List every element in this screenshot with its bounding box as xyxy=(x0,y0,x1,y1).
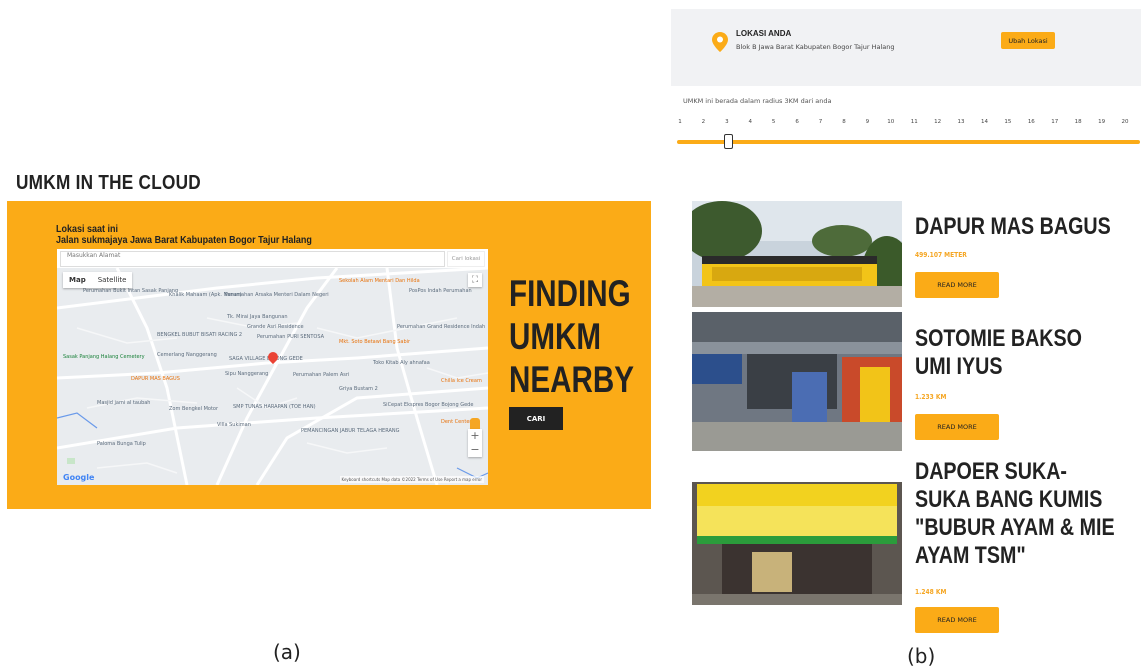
map-label: Zom Bengkel Motor xyxy=(169,406,219,412)
radius-scale-tick: 18 xyxy=(1074,119,1082,125)
map-label: Perumahan Bukit Intan Sasak Panjang xyxy=(83,288,179,294)
zoom-out-icon[interactable]: − xyxy=(468,443,482,457)
umkm-photo[interactable] xyxy=(692,482,902,605)
umkm-name[interactable]: DAPUR MAS BAGUS xyxy=(915,213,1111,241)
map-label: Paloma Bunga Tulip xyxy=(97,441,146,447)
search-button[interactable]: CARI xyxy=(509,407,563,430)
change-location-button[interactable]: Ubah Lokasi xyxy=(1001,32,1055,49)
current-location-value: Jalan sukmajaya Jawa Barat Kabupaten Bog… xyxy=(56,235,312,246)
location-title: LOKASI ANDA xyxy=(736,29,792,38)
radius-scale-tick: 9 xyxy=(865,119,870,125)
radius-slider-thumb[interactable] xyxy=(724,134,733,149)
radius-scale-tick: 16 xyxy=(1027,119,1035,125)
map-type-satellite[interactable]: Satellite xyxy=(92,272,133,288)
map-footer: Keyboard shortcuts Map data ©2022 Terms … xyxy=(339,476,484,483)
radius-slider-track[interactable] xyxy=(677,140,1140,144)
map-label: Tk. Mirai Jaya Bangunan xyxy=(227,314,288,320)
radius-scale-tick: 12 xyxy=(934,119,942,125)
fullscreen-icon[interactable]: ⛶ xyxy=(468,273,482,287)
map-label: Grande Asri Residence xyxy=(247,324,304,330)
map-type-map[interactable]: Map xyxy=(63,272,92,288)
panel-a: UMKM IN THE CLOUD Lokasi saat ini Jalan … xyxy=(0,0,660,669)
map-label: Masjid jami al taubah xyxy=(97,400,151,406)
location-pin-icon xyxy=(712,32,728,52)
read-more-button[interactable]: READ MORE xyxy=(915,607,999,633)
current-location-label: Lokasi saat ini xyxy=(56,224,119,235)
map-canvas[interactable]: Perumahan Bukit Intan Sasak Panjang Khal… xyxy=(57,268,488,485)
map-label: Sasak Panjang Halang Cemetery xyxy=(63,354,145,360)
radius-scale-tick: 10 xyxy=(887,119,895,125)
map-label: PosPos Indah Perumahan xyxy=(409,288,472,294)
google-logo: Google xyxy=(63,473,95,482)
search-location-button[interactable]: Cari lokasi xyxy=(447,251,485,267)
map-type-toggle: Map Satellite xyxy=(63,272,133,288)
map-label: DAPUR MAS BAGUS xyxy=(131,376,180,382)
umkm-distance: 1.248 KM xyxy=(915,588,947,596)
radius-scale-tick: 11 xyxy=(910,119,918,125)
map-label: BENGKEL BUBUT BISATI RACING 2 xyxy=(157,332,243,338)
map-label: Toko Kitab Aly ahnafaa xyxy=(373,360,430,366)
map-label: Dent Center xyxy=(441,419,472,425)
map-label: PEMANCINGAN JABUR TELAGA HERANG xyxy=(301,428,400,434)
map-roads xyxy=(57,268,488,485)
map-widget: Masukkan Alamat Cari lokasi Perumahan Bu… xyxy=(57,249,488,485)
map-label: SMP TUNAS HARAPAN (TOE HAN) xyxy=(233,404,316,410)
zoom-control: + − xyxy=(468,429,482,457)
map-label: Perumahan Palem Asri xyxy=(293,372,350,378)
umkm-photo[interactable] xyxy=(692,312,902,451)
radius-scale-tick: 3 xyxy=(725,119,729,125)
umkm-name[interactable]: DAPOER SUKA- SUKA BANG KUMIS "BUBUR AYAM… xyxy=(915,458,1115,570)
radius-scale-tick: 6 xyxy=(795,119,799,125)
umkm-distance: 1.233 KM xyxy=(915,393,947,401)
map-label: Sipu Nanggerang xyxy=(225,371,269,377)
address-input[interactable]: Masukkan Alamat xyxy=(60,251,445,267)
map-label: Perumahan PURI SENTOSA xyxy=(257,334,325,340)
map-label: SAGA VILLAGE BUJONG GEDE xyxy=(229,356,303,362)
read-more-button[interactable]: READ MORE xyxy=(915,414,999,440)
umkm-photo[interactable] xyxy=(692,201,902,307)
radius-scale-tick: 15 xyxy=(1004,119,1012,125)
umkm-distance: 499.107 METER xyxy=(915,251,967,259)
read-more-button[interactable]: READ MORE xyxy=(915,272,999,298)
radius-scale-tick: 14 xyxy=(980,119,988,125)
radius-scale-tick: 8 xyxy=(842,119,846,125)
radius-scale-tick: 17 xyxy=(1051,119,1059,125)
map-label: Chilla Ice Cream xyxy=(441,378,482,384)
radius-scale-tick: 5 xyxy=(771,119,776,125)
map-label: Cemerlang Nanggerang xyxy=(157,352,217,358)
map-label: Perumahan Arsaka Menteri Dalam Negeri xyxy=(225,292,329,298)
map-label: Villa Sukiman xyxy=(217,422,251,428)
zoom-in-icon[interactable]: + xyxy=(468,429,482,443)
radius-scale-tick: 19 xyxy=(1098,119,1106,125)
radius-scale-tick: 2 xyxy=(701,119,706,125)
radius-scale: 1 2 3 4 5 6 7 8 9 10 11 12 13 14 15 16 17 18 19 20 xyxy=(678,119,1128,129)
radius-scale-tick: 4 xyxy=(748,119,753,125)
hero-headline: FINDING UMKM NEARBY xyxy=(509,273,634,400)
location-value: Blok B Jawa Barat Kabupaten Bogor Tajur … xyxy=(736,43,895,51)
umkm-name[interactable]: SOTOMIE BAKSO UMI IYUS xyxy=(915,325,1082,381)
figure-label-b: (b) xyxy=(907,644,936,668)
map-label: SiCepat Ekspres Bogor Bojong Gede xyxy=(383,402,474,408)
figure-label-a: (a) xyxy=(273,640,301,664)
radius-scale-tick: 1 xyxy=(678,119,682,125)
map-label: Mkt. Soto Betawi Bang Sabir xyxy=(339,339,411,345)
radius-text: UMKM ini berada dalam radius 3KM dari an… xyxy=(683,97,832,105)
radius-scale-tick: 13 xyxy=(957,119,965,125)
map-label: Perumahan Grand Residence Indah xyxy=(397,324,486,330)
page-title: UMKM IN THE CLOUD xyxy=(16,172,201,194)
radius-scale-tick: 20 xyxy=(1121,119,1129,125)
map-label: Sekolah Alam Mentari Dan Hilda xyxy=(339,278,420,284)
radius-scale-tick: 7 xyxy=(818,119,823,125)
map-label: Griya Bustam 2 xyxy=(339,386,378,392)
